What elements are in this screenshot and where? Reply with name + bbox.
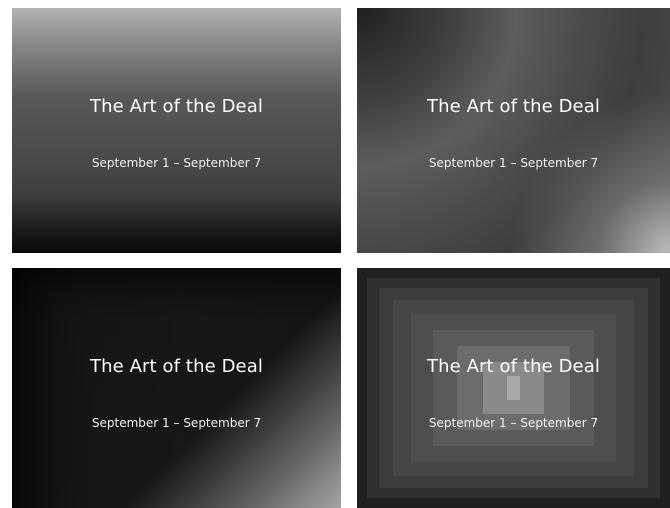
slide-subtitle: September 1 – September 7 [428,416,599,430]
slide-preview-linear-gradient[interactable]: The Art of the Deal September 1 – Septem… [12,8,341,253]
slide-preview-corner-gradient[interactable]: The Art of the Deal September 1 – Septem… [12,268,341,508]
slide-title: The Art of the Deal [90,96,263,117]
slide-preview-center-gradient[interactable]: The Art of the Deal September 1 – Septem… [357,268,670,508]
slide-subtitle: September 1 – September 7 [428,156,599,170]
slide-subtitle: September 1 – September 7 [91,156,262,170]
slide-title: The Art of the Deal [90,356,263,377]
slide-title: The Art of the Deal [427,356,600,377]
slide-subtitle: September 1 – September 7 [91,416,262,430]
slide-text-layer: The Art of the Deal September 1 – Septem… [357,268,670,508]
slide-preview-radial-gradient[interactable]: The Art of the Deal September 1 – Septem… [357,8,670,253]
slide-title: The Art of the Deal [427,96,600,117]
